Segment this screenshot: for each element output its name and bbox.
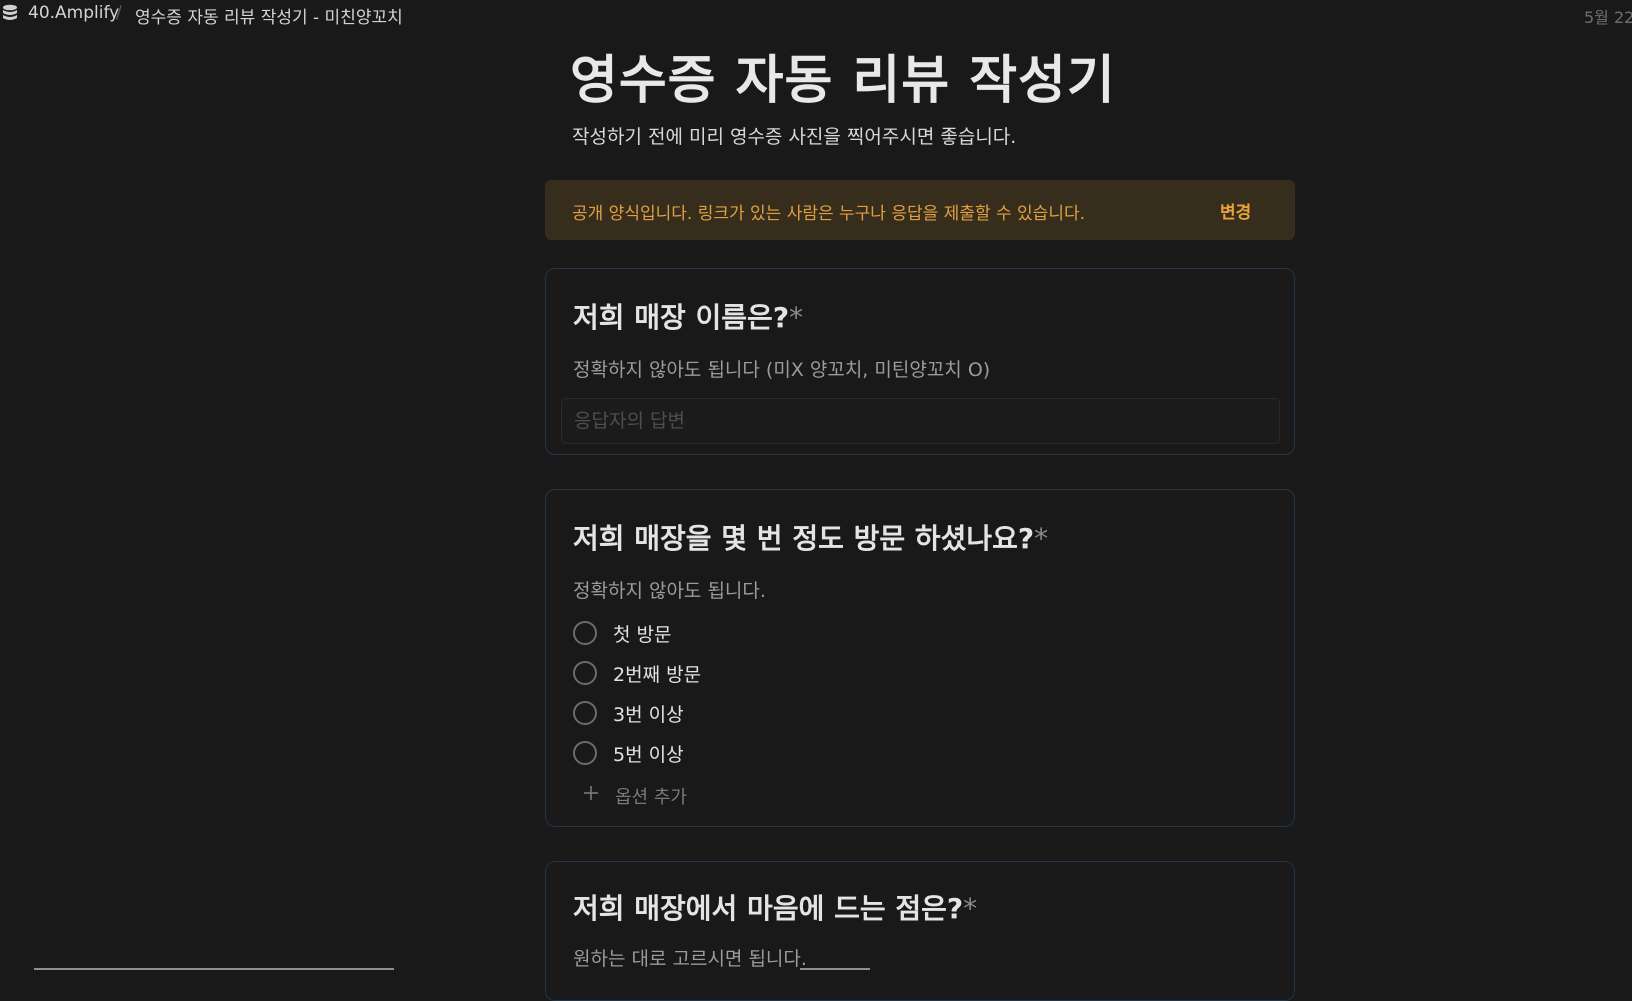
required-marker: * bbox=[1034, 522, 1049, 555]
database-icon bbox=[3, 4, 17, 20]
question-card-store-name: 저희 매장 이름은?* 정확하지 않아도 됩니다 (미X 양꼬치, 미틴양꼬치 … bbox=[545, 268, 1295, 455]
required-marker: * bbox=[963, 892, 978, 925]
radio-button[interactable] bbox=[573, 661, 597, 685]
question-description[interactable]: 정확하지 않아도 됩니다 (미X 양꼬치, 미틴양꼬치 O) bbox=[573, 355, 990, 382]
date-label: 5월 22 bbox=[1584, 8, 1632, 27]
horizontal-scrollbar[interactable] bbox=[34, 968, 394, 970]
question-card-visit-count: 저희 매장을 몇 번 정도 방문 하셨나요?* 정확하지 않아도 됩니다. 첫 … bbox=[545, 489, 1295, 827]
breadcrumb-page[interactable]: 영수증 자동 리뷰 작성기 - 미친양꼬치 bbox=[135, 3, 403, 28]
required-marker: * bbox=[789, 301, 804, 334]
answer-input[interactable] bbox=[561, 398, 1280, 444]
breadcrumb-separator: / bbox=[116, 3, 122, 23]
plus-icon bbox=[584, 786, 598, 800]
question-card-likes: 저희 매장에서 마음에 드는 점은?* 원하는 대로 고르시면 됩니다. bbox=[545, 861, 1295, 1001]
top-bar: 40.Amplify / 영수증 자동 리뷰 작성기 - 미친양꼬치 5월 22 bbox=[0, 0, 1632, 28]
radio-button[interactable] bbox=[573, 701, 597, 725]
radio-button[interactable] bbox=[573, 621, 597, 645]
question-title[interactable]: 저희 매장 이름은?* bbox=[573, 296, 803, 336]
question-description[interactable]: 정확하지 않아도 됩니다. bbox=[573, 576, 766, 603]
question-title-text: 저희 매장에서 마음에 드는 점은? bbox=[573, 892, 964, 925]
question-title[interactable]: 저희 매장을 몇 번 정도 방문 하셨나요?* bbox=[573, 517, 1048, 557]
change-button[interactable]: 변경 bbox=[1220, 198, 1251, 223]
question-description[interactable]: 원하는 대로 고르시면 됩니다. bbox=[573, 944, 807, 971]
option-label: 5번 이상 bbox=[613, 744, 684, 766]
option-label: 3번 이상 bbox=[613, 704, 684, 726]
horizontal-scrollbar-thumb[interactable] bbox=[800, 968, 870, 970]
form-subtitle[interactable]: 작성하기 전에 미리 영수증 사진을 찍어주시면 좋습니다. bbox=[572, 122, 1016, 149]
option-label: 첫 방문 bbox=[613, 624, 672, 646]
notice-text: 공개 양식입니다. 링크가 있는 사람은 누구나 응답을 제출할 수 있습니다. bbox=[572, 204, 1086, 224]
question-title-text: 저희 매장을 몇 번 정도 방문 하셨나요? bbox=[573, 522, 1035, 555]
form-title[interactable]: 영수증 자동 리뷰 작성기 bbox=[570, 38, 1116, 113]
question-title[interactable]: 저희 매장에서 마음에 드는 점은?* bbox=[573, 887, 977, 927]
question-title-text: 저희 매장 이름은? bbox=[573, 301, 790, 334]
radio-button[interactable] bbox=[573, 741, 597, 765]
add-option-label: 옵션 추가 bbox=[615, 787, 687, 808]
breadcrumb-workspace[interactable]: 40.Amplify bbox=[28, 3, 119, 23]
option-label: 2번째 방문 bbox=[613, 664, 702, 686]
public-form-notice: 공개 양식입니다. 링크가 있는 사람은 누구나 응답을 제출할 수 있습니다.… bbox=[545, 180, 1295, 240]
